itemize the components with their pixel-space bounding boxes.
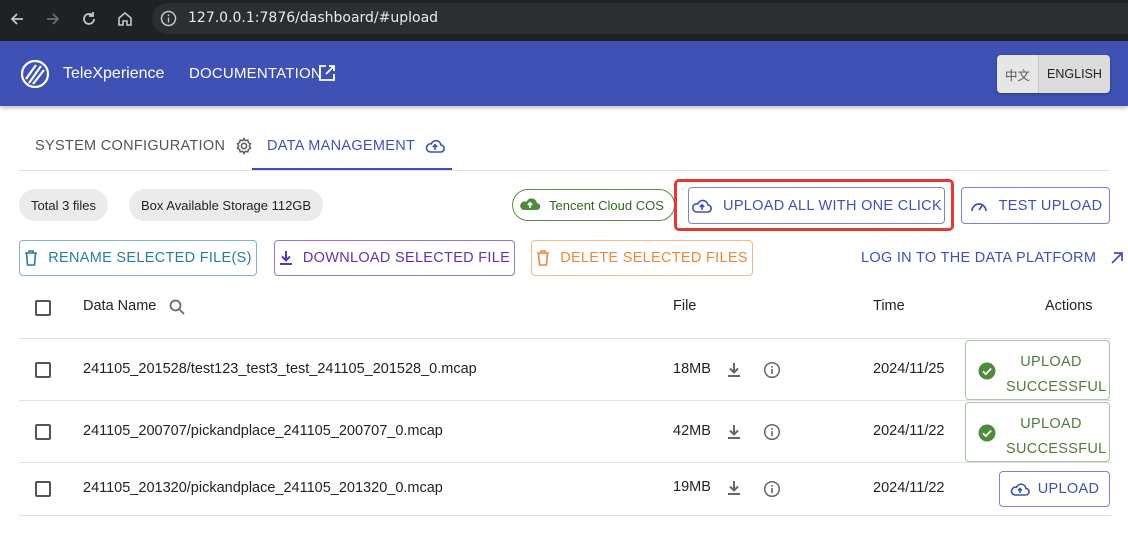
- tab-system-configuration[interactable]: SYSTEM CONFIGURATION: [35, 120, 253, 171]
- tab-bar: SYSTEM CONFIGURATION DATA MANAGEMENT: [18, 120, 1110, 171]
- language-switcher: 中文 ENGLISH: [997, 55, 1110, 93]
- info-icon[interactable]: [763, 480, 781, 498]
- download-icon[interactable]: [725, 423, 743, 441]
- info-icon[interactable]: [160, 10, 177, 27]
- check-circle-icon: [978, 424, 996, 442]
- cloud-upload-icon: [425, 139, 446, 153]
- storage-chip: Box Available Storage 112GB: [129, 189, 324, 221]
- row-checkbox[interactable]: [35, 481, 51, 497]
- delete-label: DELETE SELECTED FILES: [560, 250, 748, 266]
- column-header-name[interactable]: Data Name: [83, 298, 156, 314]
- app-header: TeleXperience DOCUMENTATION 中文 ENGLISH: [0, 41, 1128, 106]
- test-upload-label: TEST UPLOAD: [998, 197, 1103, 214]
- file-name: 241105_201528/test123_test3_test_241105_…: [83, 361, 477, 377]
- search-icon[interactable]: [168, 298, 186, 316]
- upload-time: 2024/11/22: [873, 423, 945, 439]
- app-name[interactable]: TeleXperience: [63, 65, 164, 83]
- tab-label: SYSTEM CONFIGURATION: [35, 137, 226, 154]
- download-icon[interactable]: [725, 361, 743, 379]
- back-icon[interactable]: [4, 6, 30, 32]
- upload-status-badge: UPLOAD SUCCESSFUL: [965, 340, 1110, 400]
- cloud-upload-icon: [519, 194, 541, 216]
- external-link-icon[interactable]: [318, 64, 336, 82]
- tab-data-management[interactable]: DATA MANAGEMENT: [267, 120, 446, 171]
- documentation-link[interactable]: DOCUMENTATION: [189, 65, 322, 82]
- file-name: 241105_201320/pickandplace_241105_201320…: [83, 480, 443, 496]
- info-icon[interactable]: [763, 423, 781, 441]
- browser-toolbar: 127.0.0.1:7876/dashboard/#upload: [0, 0, 1128, 41]
- arrow-up-right-icon: [1111, 252, 1124, 264]
- rename-label: RENAME SELECTED FILE(S): [48, 250, 252, 266]
- check-circle-icon: [978, 362, 996, 380]
- column-header-actions: Actions: [1045, 298, 1093, 314]
- table-row: 241105_201528/test123_test3_test_241105_…: [19, 339, 1111, 401]
- select-all-checkbox[interactable]: [35, 300, 51, 316]
- column-header-file: File: [673, 298, 697, 314]
- file-size: 19MB: [673, 479, 711, 495]
- cloud-target-chip[interactable]: Tencent Cloud COS: [512, 189, 675, 221]
- cloud-upload-icon: [692, 199, 713, 213]
- upload-status-badge: UPLOAD SUCCESSFUL: [965, 402, 1110, 462]
- home-icon[interactable]: [112, 6, 138, 32]
- trash-icon: [25, 250, 38, 266]
- status-line-1: UPLOAD: [1020, 354, 1082, 370]
- download-label: DOWNLOAD SELECTED FILE: [302, 250, 511, 266]
- info-icon[interactable]: [763, 361, 781, 379]
- status-line-1: UPLOAD: [1020, 416, 1082, 432]
- speedometer-icon: [970, 202, 987, 211]
- forward-icon[interactable]: [40, 6, 66, 32]
- row-checkbox[interactable]: [35, 362, 51, 378]
- status-line-2: SUCCESSFUL: [1006, 441, 1107, 457]
- trash-icon: [537, 250, 550, 266]
- url-text: 127.0.0.1:7876/dashboard/#upload: [188, 10, 439, 26]
- upload-time: 2024/11/25: [873, 361, 945, 377]
- cloud-upload-icon: [1010, 483, 1030, 496]
- tab-label: DATA MANAGEMENT: [267, 137, 416, 154]
- rename-selected-button[interactable]: RENAME SELECTED FILE(S): [19, 240, 257, 276]
- delete-selected-button[interactable]: DELETE SELECTED FILES: [531, 240, 753, 276]
- download-selected-button[interactable]: DOWNLOAD SELECTED FILE: [274, 240, 515, 276]
- logo-icon[interactable]: [20, 59, 50, 89]
- row-upload-label: UPLOAD: [1037, 481, 1100, 497]
- status-text: UPLOAD SUCCESSFUL: [1006, 412, 1107, 462]
- column-header-time: Time: [873, 298, 905, 314]
- row-checkbox[interactable]: [35, 424, 51, 440]
- lang-english-button[interactable]: ENGLISH: [1039, 55, 1110, 93]
- data-table: Data Name File Time Actions 241105_20152…: [19, 288, 1111, 516]
- gear-icon: [236, 136, 252, 155]
- cloud-target-label: Tencent Cloud COS: [549, 197, 664, 213]
- file-size: 42MB: [673, 423, 711, 439]
- file-size: 18MB: [673, 361, 711, 377]
- lang-chinese-button[interactable]: 中文: [997, 55, 1039, 93]
- upload-time: 2024/11/22: [873, 480, 945, 496]
- table-row: 241105_201320/pickandplace_241105_201320…: [19, 463, 1111, 516]
- test-upload-button[interactable]: TEST UPLOAD: [961, 187, 1110, 224]
- download-icon[interactable]: [725, 479, 743, 497]
- upload-all-button[interactable]: UPLOAD ALL WITH ONE CLICK: [688, 187, 945, 224]
- reload-icon[interactable]: [76, 6, 102, 32]
- address-bar[interactable]: 127.0.0.1:7876/dashboard/#upload: [152, 3, 1128, 34]
- data-platform-label: LOG IN TO THE DATA PLATFORM: [861, 250, 1097, 266]
- status-line-2: SUCCESSFUL: [1006, 379, 1107, 395]
- status-text: UPLOAD SUCCESSFUL: [1006, 350, 1107, 400]
- row-upload-button[interactable]: UPLOAD: [999, 471, 1110, 507]
- download-icon: [279, 251, 292, 265]
- table-row: 241105_200707/pickandplace_241105_200707…: [19, 401, 1111, 463]
- upload-all-label: UPLOAD ALL WITH ONE CLICK: [723, 197, 942, 214]
- file-name: 241105_200707/pickandplace_241105_200707…: [83, 423, 443, 439]
- total-files-chip: Total 3 files: [19, 189, 109, 221]
- data-platform-link[interactable]: LOG IN TO THE DATA PLATFORM: [861, 250, 1124, 266]
- table-header: Data Name File Time Actions: [19, 288, 1111, 339]
- active-tab-indicator: [252, 168, 452, 170]
